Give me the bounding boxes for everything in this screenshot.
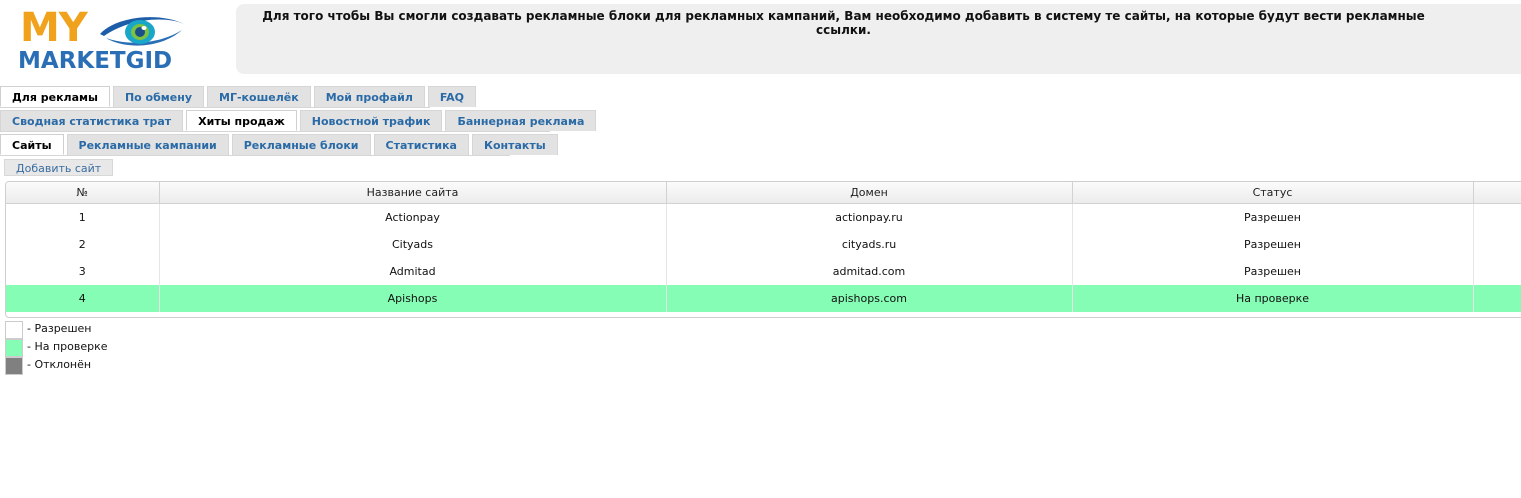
tab-sites[interactable]: Сайты bbox=[0, 134, 64, 155]
tab-advertising[interactable]: Для рекламы bbox=[0, 86, 110, 107]
info-notice: Для того чтобы Вы смогли создавать рекла… bbox=[236, 4, 1521, 74]
cell-number: 4 bbox=[6, 285, 160, 312]
legend-label: - На проверке bbox=[27, 340, 108, 353]
tab-statistics[interactable]: Статистика bbox=[373, 134, 469, 155]
tab-bestsellers[interactable]: Хиты продаж bbox=[186, 110, 297, 131]
cell-extra bbox=[1473, 285, 1521, 312]
table-row[interactable]: 4 Apishops apishops.com На проверке bbox=[6, 285, 1521, 312]
col-header-domain[interactable]: Домен bbox=[666, 182, 1073, 204]
legend-label: - Разрешен bbox=[27, 322, 92, 335]
add-site-button[interactable]: Добавить сайт bbox=[4, 159, 114, 176]
main-tabs: Для рекламы По обмену МГ-кошелёк Мой про… bbox=[0, 86, 479, 108]
table-row[interactable]: 3 Admitad admitad.com Разрешен bbox=[6, 258, 1521, 285]
tab-profile[interactable]: Мой профайл bbox=[313, 86, 425, 107]
tab-spending-summary[interactable]: Сводная статистика трат bbox=[0, 110, 184, 131]
cell-status: Разрешен bbox=[1072, 203, 1474, 231]
section-tabs: Сводная статистика трат Хиты продаж Ново… bbox=[0, 110, 599, 132]
cell-site-name: Actionpay bbox=[159, 203, 667, 231]
legend-label: - Отклонён bbox=[27, 358, 92, 371]
cell-domain: actionpay.ru bbox=[666, 203, 1073, 231]
tab-ad-blocks[interactable]: Рекламные блоки bbox=[231, 134, 371, 155]
cell-number: 2 bbox=[6, 231, 160, 258]
cell-number: 1 bbox=[6, 203, 160, 231]
logo-my-text: MY bbox=[20, 5, 88, 51]
marketgid-logo[interactable]: MY MARKETGID bbox=[18, 5, 208, 74]
cell-status: На проверке bbox=[1072, 285, 1474, 312]
tab-news-traffic[interactable]: Новостной трафик bbox=[299, 110, 443, 131]
legend-swatch-allowed bbox=[5, 321, 23, 339]
cell-site-name: Apishops bbox=[159, 285, 667, 312]
cell-status: Разрешен bbox=[1072, 231, 1474, 258]
sites-table: № Название сайта Домен Статус 1 Actionpa… bbox=[5, 181, 1521, 318]
notice-text: Для того чтобы Вы смогли создавать рекла… bbox=[262, 9, 1425, 37]
cell-number: 3 bbox=[6, 258, 160, 285]
tab-contacts[interactable]: Контакты bbox=[471, 134, 558, 155]
eye-icon bbox=[100, 17, 184, 46]
tab-divider bbox=[0, 107, 430, 108]
logo-marketgid-text: MARKETGID bbox=[18, 48, 173, 74]
cell-site-name: Admitad bbox=[159, 258, 667, 285]
table-row[interactable]: 2 Cityads cityads.ru Разрешен bbox=[6, 231, 1521, 258]
tab-campaigns[interactable]: Рекламные кампании bbox=[66, 134, 229, 155]
col-header-status[interactable]: Статус bbox=[1072, 182, 1474, 204]
cell-extra bbox=[1473, 231, 1521, 258]
cell-domain: apishops.com bbox=[666, 285, 1073, 312]
cell-status: Разрешен bbox=[1072, 258, 1474, 285]
table-header-row: № Название сайта Домен Статус bbox=[6, 182, 1521, 204]
cell-site-name: Cityads bbox=[159, 231, 667, 258]
tab-wallet[interactable]: МГ-кошелёк bbox=[207, 86, 311, 107]
col-header-number[interactable]: № bbox=[6, 182, 160, 204]
legend-swatch-rejected bbox=[5, 357, 23, 375]
tab-divider bbox=[0, 131, 550, 132]
cell-domain: admitad.com bbox=[666, 258, 1073, 285]
tab-faq[interactable]: FAQ bbox=[427, 86, 477, 107]
table-row[interactable]: 1 Actionpay actionpay.ru Разрешен bbox=[6, 203, 1521, 231]
cell-extra bbox=[1473, 258, 1521, 285]
sub-tabs: Сайты Рекламные кампании Рекламные блоки… bbox=[0, 134, 561, 156]
cell-domain: cityads.ru bbox=[666, 231, 1073, 258]
tab-exchange[interactable]: По обмену bbox=[112, 86, 205, 107]
col-header-site-name[interactable]: Название сайта bbox=[159, 182, 667, 204]
tab-banner-ads[interactable]: Баннерная реклама bbox=[445, 110, 597, 131]
legend-swatch-checking bbox=[5, 339, 23, 357]
tab-divider bbox=[0, 155, 510, 156]
col-header-extra bbox=[1473, 182, 1521, 204]
cell-extra bbox=[1473, 203, 1521, 231]
